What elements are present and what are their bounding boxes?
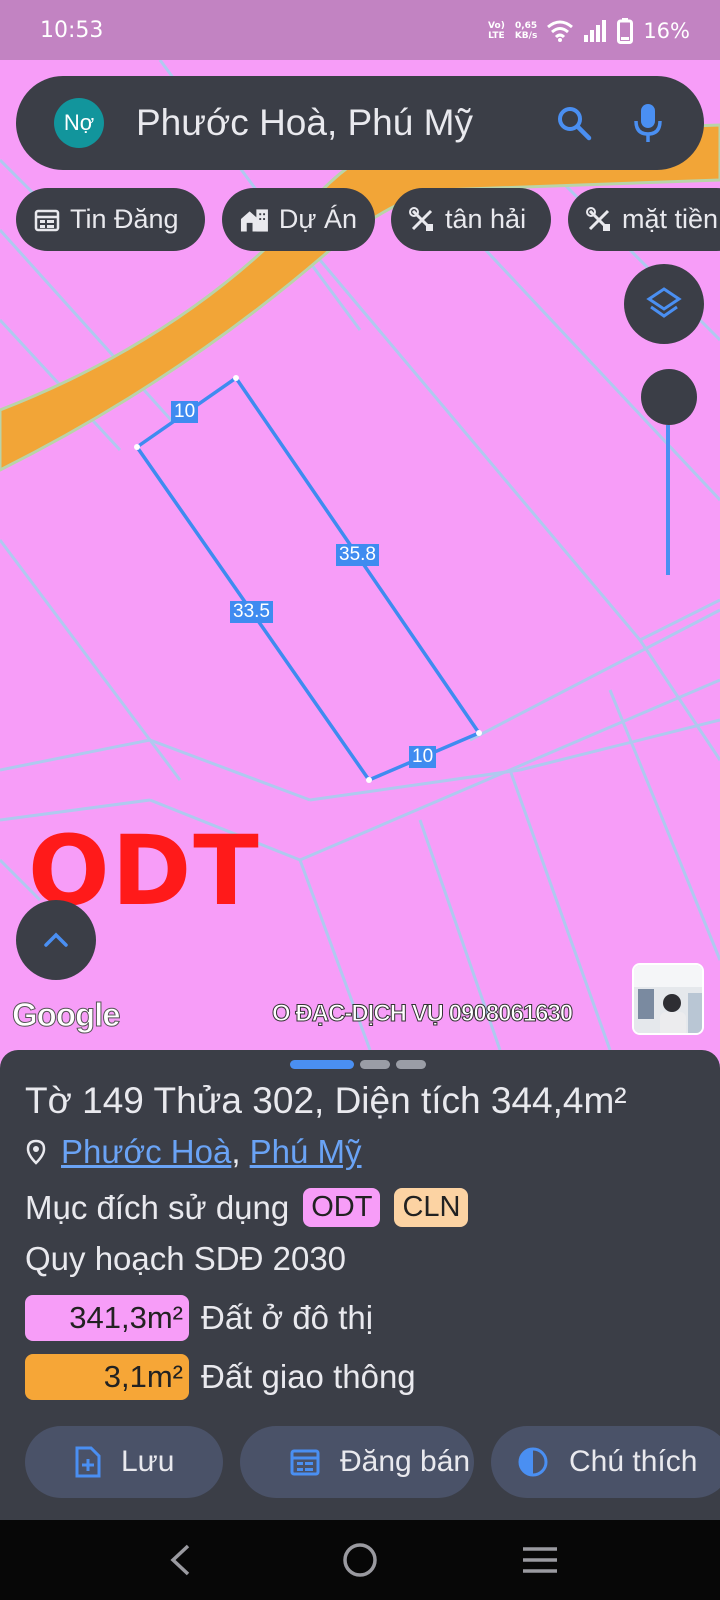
signal-icon <box>584 20 607 42</box>
pager-dot[interactable] <box>396 1060 426 1069</box>
location-link-ward[interactable]: Phước Hoà <box>61 1133 231 1171</box>
pager-dot[interactable] <box>360 1060 390 1069</box>
search-input[interactable]: Phước Hoà, Phú Mỹ <box>136 102 554 144</box>
back-button[interactable] <box>158 1538 202 1582</box>
wifi-icon <box>547 20 574 42</box>
chip-label: mặt tiền <box>622 204 719 234</box>
plan-row: 3,1m² Đất giao thông <box>25 1354 416 1400</box>
plan-area: 341,3m² <box>25 1295 189 1341</box>
avatar[interactable]: Nợ <box>54 98 104 148</box>
chip-label: Dự Án <box>278 204 357 234</box>
opacity-slider-handle[interactable] <box>641 369 697 425</box>
home-circle-icon <box>343 1543 377 1577</box>
recents-button[interactable] <box>518 1538 562 1582</box>
chip-mat-tien[interactable]: mặt tiền <box>568 188 720 251</box>
status-time: 10:53 <box>40 18 104 43</box>
menu-icon <box>523 1547 557 1573</box>
location-pin-icon <box>26 1139 46 1165</box>
edge-length-label: 33.5 <box>230 601 273 623</box>
post-for-sale-button[interactable]: Đăng bán <box>240 1426 474 1498</box>
battery-icon <box>617 18 634 44</box>
street-photo-thumbnail[interactable] <box>632 963 704 1035</box>
search-bar[interactable]: Nợ Phước Hoà, Phú Mỹ <box>16 76 704 170</box>
location-row: Phước Hoà , Phú Mỹ <box>25 1133 362 1171</box>
map-watermark: O ĐẠC-DỊCH VỤ 0908061630 <box>271 1000 573 1028</box>
plan-title: Quy hoạch SDĐ 2030 <box>25 1240 347 1277</box>
chip-du-an[interactable]: Dự Án <box>222 188 375 251</box>
mic-icon[interactable] <box>628 103 668 143</box>
location-separator: , <box>231 1133 250 1170</box>
plan-label: Đất ở đô thị <box>201 1299 374 1336</box>
chip-label: tân hải <box>445 204 527 234</box>
calendar-icon <box>290 1449 320 1476</box>
pager-dot-active[interactable] <box>290 1060 354 1069</box>
tools-icon <box>409 206 433 231</box>
chip-label: Tin Đăng <box>70 204 179 234</box>
legend-button[interactable]: Chú thích <box>491 1426 720 1498</box>
parcel-info-sheet[interactable]: Tờ 149 Thửa 302, Diện tích 344,4m² Phước… <box>0 1050 720 1520</box>
plan-area: 3,1m² <box>25 1354 189 1400</box>
save-label: Lưu <box>121 1445 175 1478</box>
home-button[interactable] <box>338 1538 382 1582</box>
half-circle-icon <box>518 1447 548 1477</box>
location-link-town[interactable]: Phú Mỹ <box>250 1133 362 1171</box>
land-use-badge-cln: CLN <box>394 1188 469 1227</box>
land-use-badge-odt: ODT <box>303 1188 381 1227</box>
volte-indicator: Vo) LTE <box>488 21 505 41</box>
edge-length-label: 10 <box>409 746 437 768</box>
status-icons: Vo) LTE 0,65 KB/s 16% <box>488 16 690 46</box>
post-for-sale-label: Đăng bán <box>340 1445 471 1478</box>
system-nav-bar <box>0 1520 720 1600</box>
chip-tan-hai[interactable]: tân hải <box>391 188 551 251</box>
legend-label: Chú thích <box>569 1445 698 1478</box>
layers-button[interactable] <box>624 264 704 344</box>
plan-label: Đất giao thông <box>201 1358 416 1395</box>
selected-parcel[interactable] <box>134 375 482 783</box>
status-bar: 10:53 Vo) LTE 0,65 KB/s 16% <box>0 0 720 60</box>
road <box>0 123 720 472</box>
battery-percent: 16% <box>643 19 690 43</box>
plan-row: 341,3m² Đất ở đô thị <box>25 1295 373 1341</box>
sheet-pager[interactable] <box>290 1060 426 1069</box>
file-plus-icon <box>75 1446 101 1478</box>
search-icon[interactable] <box>554 103 594 143</box>
expand-button[interactable] <box>16 900 96 980</box>
network-speed: 0,65 KB/s <box>514 21 538 41</box>
land-use-row: Mục đích sử dụng ODT CLN <box>25 1188 469 1227</box>
edge-length-label: 35.8 <box>336 544 379 566</box>
parcel-title: Tờ 149 Thửa 302, Diện tích 344,4m² <box>25 1080 627 1121</box>
land-use-label: Mục đích sử dụng <box>25 1188 290 1226</box>
back-icon <box>170 1544 190 1576</box>
opacity-slider-track[interactable] <box>666 425 670 575</box>
building-icon <box>240 208 268 232</box>
edge-length-label: 10 <box>171 401 199 423</box>
calendar-icon <box>34 209 60 231</box>
chevron-up-icon <box>44 932 68 947</box>
google-logo: Google <box>12 996 122 1034</box>
chip-tin-dang[interactable]: Tin Đăng <box>16 188 205 251</box>
tools-icon <box>586 206 610 231</box>
save-button[interactable]: Lưu <box>25 1426 223 1498</box>
layers-icon <box>646 287 682 318</box>
